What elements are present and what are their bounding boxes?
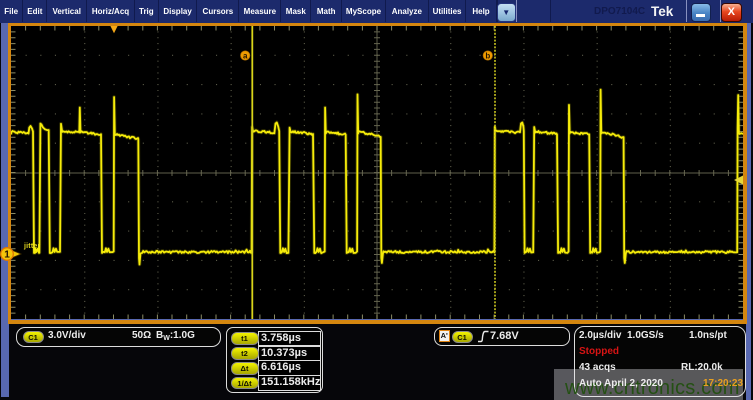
svg-text:1: 1 <box>4 250 10 261</box>
svg-text:b: b <box>485 52 490 61</box>
svg-text:a: a <box>243 52 248 61</box>
